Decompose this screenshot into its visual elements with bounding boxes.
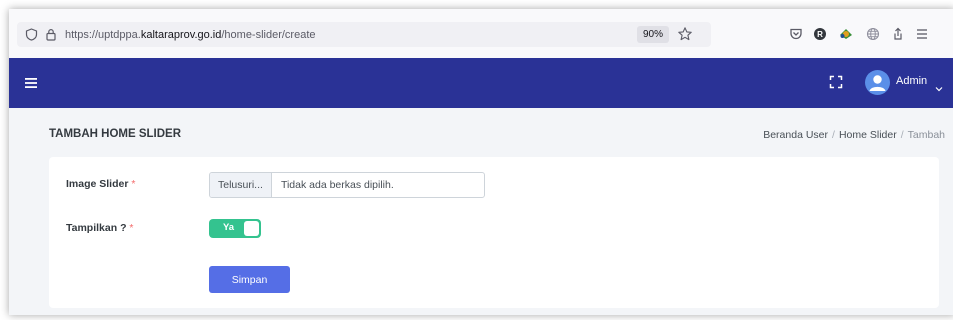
url-text: https://uptdppa.kaltaraprov.go.id/home-s… [65, 29, 316, 41]
show-toggle[interactable]: Ya [209, 219, 261, 238]
url-path: /home-slider/create [221, 28, 316, 41]
extension-icon[interactable]: R [811, 25, 829, 43]
form-card: Image Slider * Telusuri... Tidak ada ber… [49, 157, 939, 308]
breadcrumb-home-slider[interactable]: Home Slider [839, 129, 897, 141]
toggle-text: Ya [223, 222, 235, 233]
user-avatar[interactable] [865, 70, 890, 95]
user-icon [869, 75, 886, 91]
image-file-input[interactable]: Telusuri... Tidak ada berkas dipilih. [209, 172, 485, 198]
user-name[interactable]: Admin [896, 75, 927, 87]
zoom-level[interactable]: 90% [637, 26, 670, 43]
breadcrumb-home[interactable]: Beranda User [763, 129, 828, 141]
breadcrumb-separator: / [900, 129, 904, 141]
addon-icon[interactable] [837, 25, 855, 43]
browser-toolbar: https://uptdppa.kaltaraprov.go.id/home-s… [9, 9, 953, 58]
svg-text:R: R [817, 30, 823, 39]
sidebar-toggle-icon[interactable] [25, 76, 37, 88]
menu-icon[interactable] [913, 25, 931, 43]
image-slider-label-text: Image Slider [66, 178, 129, 190]
address-bar[interactable]: https://uptdppa.kaltaraprov.go.id/home-s… [17, 22, 711, 47]
shield-icon[interactable] [23, 27, 39, 43]
file-status-text: Tidak ada berkas dipilih. [280, 179, 394, 191]
show-label: Tampilkan ? * [66, 222, 134, 234]
lock-icon[interactable] [43, 27, 59, 43]
star-icon[interactable] [677, 26, 693, 42]
required-mark: * [129, 222, 134, 234]
app-navbar: Admin [9, 58, 953, 108]
url-domain: kaltaraprov.go.id [140, 28, 222, 41]
share-icon[interactable] [889, 25, 907, 43]
file-browse-button[interactable]: Telusuri... [210, 173, 272, 197]
chevron-down-icon[interactable] [935, 79, 943, 92]
globe-icon[interactable] [864, 25, 882, 43]
required-mark: * [131, 178, 136, 190]
breadcrumb-current: Tambah [907, 129, 945, 141]
page-title: TAMBAH HOME SLIDER [49, 128, 182, 140]
fullscreen-icon[interactable] [829, 75, 843, 89]
browser-window: https://uptdppa.kaltaraprov.go.id/home-s… [9, 9, 953, 315]
pocket-icon[interactable] [787, 25, 805, 43]
image-slider-label: Image Slider * [66, 178, 135, 190]
breadcrumb-separator: / [832, 129, 835, 141]
url-prefix: https://uptdppa. [65, 28, 141, 41]
main-content: TAMBAH HOME SLIDER Beranda User / Home Sli… [9, 108, 953, 315]
save-button[interactable]: Simpan [209, 266, 290, 293]
show-label-text: Tampilkan ? [66, 222, 127, 234]
breadcrumb: Beranda User / Home Slider / Tambah [763, 129, 945, 141]
toggle-knob [244, 221, 259, 236]
